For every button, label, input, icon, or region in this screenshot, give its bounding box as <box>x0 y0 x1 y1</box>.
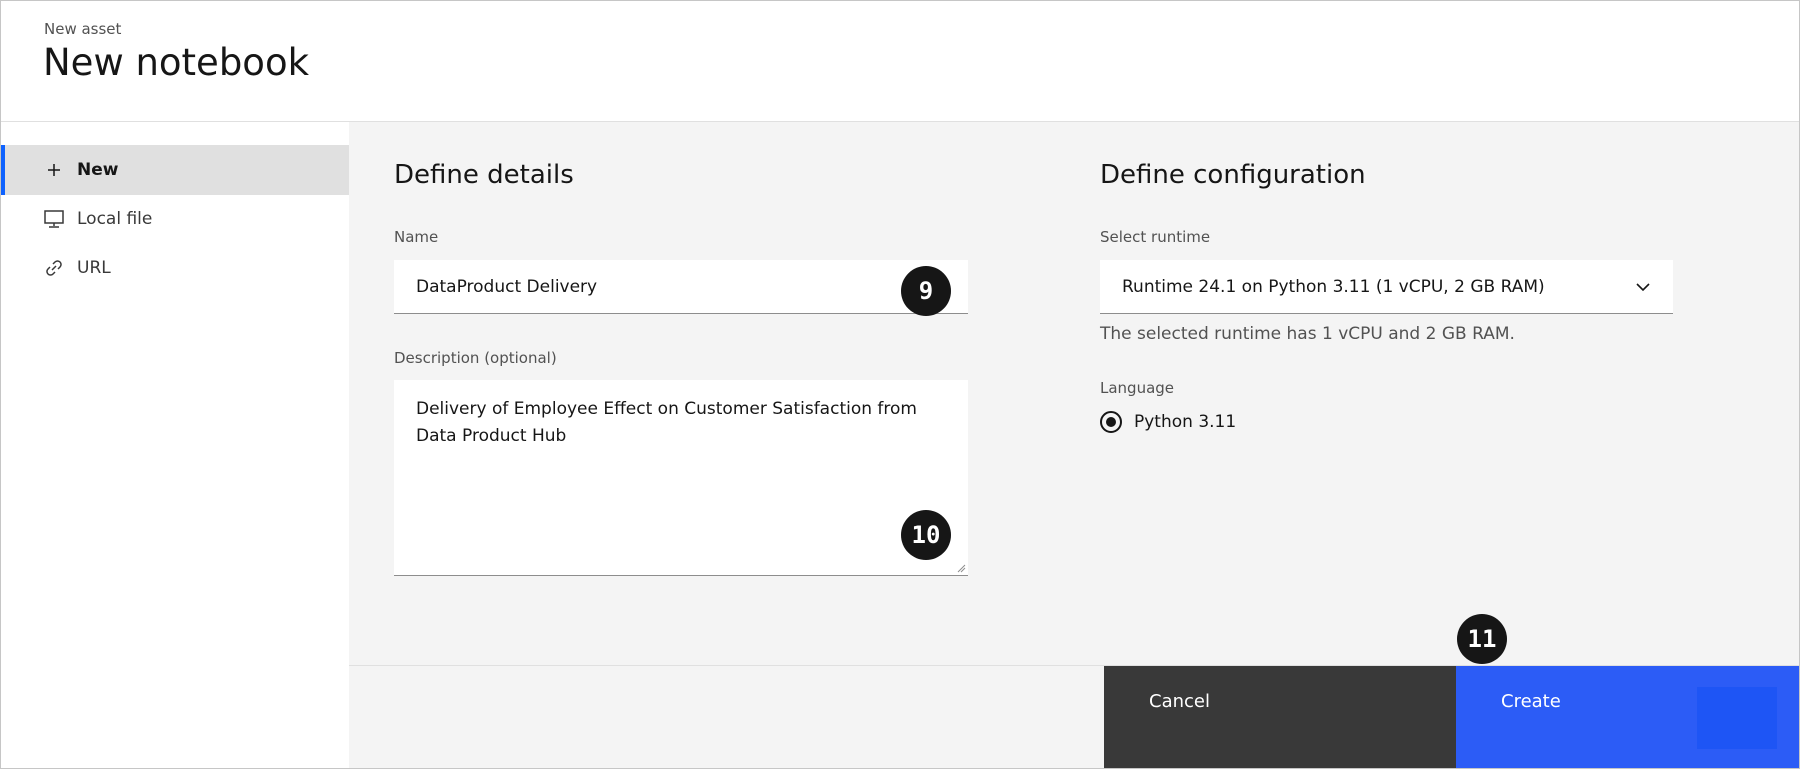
sidebar-item-label: Local file <box>77 209 153 229</box>
runtime-label: Select runtime <box>1100 228 1211 246</box>
description-textarea[interactable]: Delivery of Employee Effect on Customer … <box>394 380 968 576</box>
resize-handle-icon[interactable] <box>956 563 966 573</box>
sidebar-item-label: New <box>77 160 119 180</box>
description-line-1: Delivery of Employee Effect on Customer … <box>416 399 917 419</box>
link-icon <box>43 259 65 277</box>
plus-icon <box>43 163 65 177</box>
name-label: Name <box>394 228 439 246</box>
step-badge-11: 11 <box>1457 614 1507 664</box>
runtime-helper-text: The selected runtime has 1 vCPU and 2 GB… <box>1100 324 1515 344</box>
page-title: New notebook <box>43 41 310 84</box>
main-panel: Define details Name Description (optiona… <box>349 122 1799 665</box>
runtime-selected-value: Runtime 24.1 on Python 3.11 (1 vCPU, 2 G… <box>1122 276 1545 297</box>
description-line-2: Data Product Hub <box>416 426 567 446</box>
language-label: Language <box>1100 379 1175 397</box>
sidebar-item-label: URL <box>77 258 111 278</box>
monitor-icon <box>43 210 65 228</box>
radio-button-selected-icon[interactable] <box>1100 411 1122 433</box>
language-radio-python[interactable]: Python 3.11 <box>1100 411 1236 433</box>
name-input[interactable] <box>394 260 968 314</box>
sidebar-item-new[interactable]: New <box>1 145 349 195</box>
define-details-title: Define details <box>394 160 574 190</box>
sidebar-item-local-file[interactable]: Local file <box>1 194 349 244</box>
chevron-down-icon <box>1635 277 1651 297</box>
define-configuration-title: Define configuration <box>1100 160 1366 190</box>
create-button-highlight <box>1697 687 1777 749</box>
modal-frame: New asset New notebook New Local file UR… <box>0 0 1800 769</box>
modal-eyebrow: New asset <box>44 20 122 38</box>
sidebar-item-url[interactable]: URL <box>1 243 349 293</box>
step-badge-10: 10 <box>901 510 951 560</box>
step-badge-9: 9 <box>901 266 951 316</box>
language-option-label: Python 3.11 <box>1134 412 1237 432</box>
runtime-select[interactable]: Runtime 24.1 on Python 3.11 (1 vCPU, 2 G… <box>1100 260 1673 314</box>
modal-header: New asset New notebook <box>1 1 1799 122</box>
sidebar: New Local file URL <box>1 122 349 768</box>
cancel-button[interactable]: Cancel <box>1104 666 1456 768</box>
description-label: Description (optional) <box>394 349 557 367</box>
